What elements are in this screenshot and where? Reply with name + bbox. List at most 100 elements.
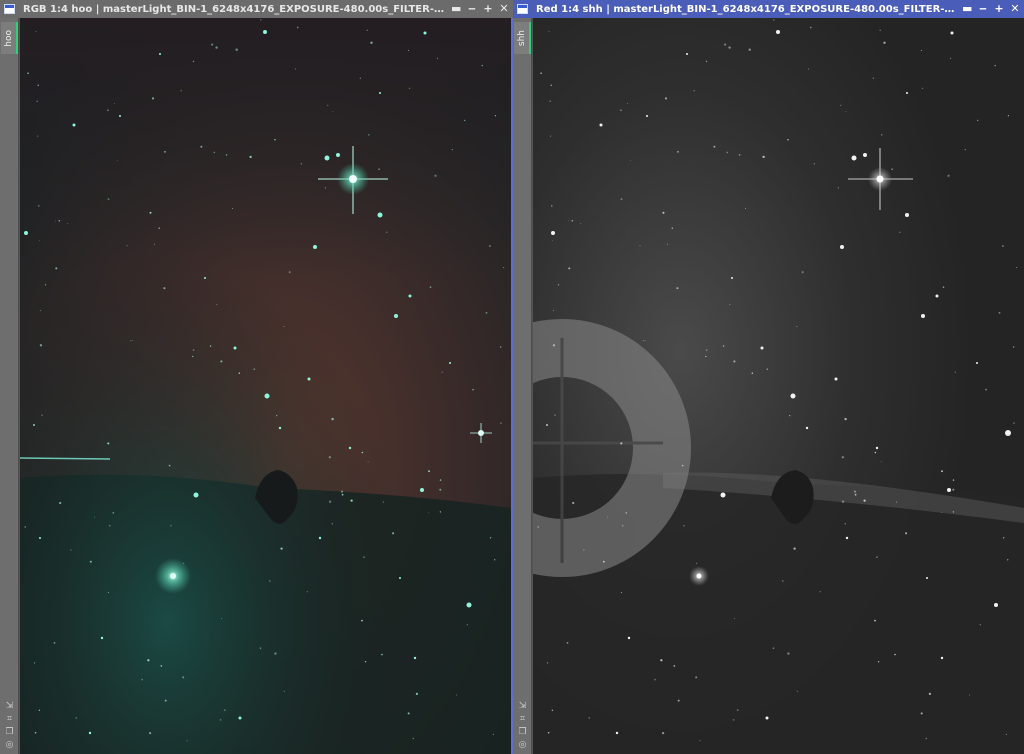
expand-icon[interactable]: ⇲ bbox=[6, 701, 14, 711]
faint-star bbox=[547, 662, 549, 664]
expand-icon[interactable]: ⇲ bbox=[519, 701, 527, 711]
shade-button[interactable]: ▬ bbox=[451, 3, 461, 15]
faint-star bbox=[627, 103, 628, 105]
faint-star bbox=[666, 243, 668, 245]
faint-star bbox=[629, 160, 631, 162]
faint-star bbox=[580, 222, 582, 224]
faint-star bbox=[1012, 346, 1015, 348]
faint-star bbox=[37, 84, 39, 86]
faint-star bbox=[38, 205, 40, 207]
view-id-tab[interactable]: shh bbox=[514, 22, 531, 54]
faint-star bbox=[880, 461, 882, 463]
shade-button[interactable]: ▬ bbox=[962, 3, 972, 15]
faint-star bbox=[671, 227, 674, 230]
faint-star bbox=[363, 556, 365, 558]
faint-star bbox=[554, 414, 556, 416]
faint-star bbox=[925, 737, 928, 740]
faint-star bbox=[238, 372, 241, 374]
image-canvas-red[interactable] bbox=[533, 18, 1024, 754]
faint-star bbox=[407, 712, 410, 715]
faint-star bbox=[429, 286, 432, 288]
faint-star bbox=[274, 138, 276, 141]
faint-star bbox=[772, 647, 775, 649]
faint-star bbox=[809, 26, 812, 29]
close-button[interactable]: ✕ bbox=[1010, 3, 1020, 15]
faint-star bbox=[751, 372, 754, 374]
faint-star bbox=[793, 547, 796, 550]
faint-star bbox=[952, 479, 955, 481]
faint-star bbox=[879, 29, 881, 31]
faint-star bbox=[583, 549, 585, 551]
faint-star bbox=[713, 145, 716, 148]
faint-star bbox=[606, 516, 608, 518]
faint-star bbox=[941, 470, 943, 473]
faint-star bbox=[625, 512, 628, 514]
maximize-button[interactable]: + bbox=[483, 3, 493, 15]
faint-star bbox=[288, 271, 291, 274]
faint-star bbox=[494, 115, 496, 117]
faint-star bbox=[969, 694, 971, 696]
faint-star bbox=[705, 349, 708, 351]
faint-star bbox=[722, 345, 725, 347]
clone-icon[interactable]: ❐ bbox=[5, 727, 13, 737]
clone-icon[interactable]: ❐ bbox=[518, 727, 526, 737]
faint-star bbox=[485, 311, 488, 314]
faint-star bbox=[499, 346, 502, 348]
faint-star bbox=[548, 30, 550, 33]
faint-star bbox=[942, 286, 945, 288]
faint-star bbox=[949, 57, 952, 60]
faint-star bbox=[837, 187, 839, 189]
close-button[interactable]: ✕ bbox=[499, 3, 509, 15]
faint-star bbox=[494, 559, 496, 561]
target-icon[interactable]: ◎ bbox=[519, 740, 527, 750]
faint-star bbox=[209, 345, 212, 347]
faint-star bbox=[89, 560, 92, 563]
faint-star bbox=[744, 207, 747, 210]
faint-star bbox=[724, 43, 727, 46]
faint-star bbox=[550, 84, 552, 86]
faint-star bbox=[620, 109, 622, 112]
faint-star bbox=[93, 516, 95, 518]
faint-star bbox=[696, 562, 698, 564]
fit-icon[interactable]: ⌗ bbox=[7, 714, 12, 724]
window-titlebar[interactable]: Red 1:4 shh | masterLight_BIN-1_6248x417… bbox=[513, 0, 1024, 18]
faint-star bbox=[466, 624, 468, 626]
faint-star bbox=[844, 523, 846, 525]
window-titlebar[interactable]: RGB 1:4 hoo | masterLight_BIN-1_6248x417… bbox=[0, 0, 513, 18]
faint-star bbox=[300, 163, 302, 165]
faint-star bbox=[1016, 266, 1018, 269]
image-window-hoo[interactable]: RGB 1:4 hoo | masterLight_BIN-1_6248x417… bbox=[0, 0, 513, 754]
faint-star bbox=[654, 678, 656, 681]
faint-star bbox=[428, 512, 430, 513]
faint-star bbox=[699, 740, 701, 742]
target-icon[interactable]: ◎ bbox=[6, 740, 14, 750]
faint-star bbox=[622, 525, 624, 527]
view-id-tab[interactable]: hoo bbox=[1, 22, 18, 54]
image-window-shh[interactable]: Red 1:4 shh | masterLight_BIN-1_6248x417… bbox=[513, 0, 1024, 754]
faint-star bbox=[130, 340, 132, 342]
faint-star bbox=[693, 90, 695, 92]
faint-star bbox=[164, 699, 167, 702]
faint-star bbox=[192, 355, 194, 358]
faint-star bbox=[341, 493, 344, 496]
fit-icon[interactable]: ⌗ bbox=[520, 714, 525, 724]
faint-star bbox=[853, 490, 857, 493]
faint-star bbox=[153, 243, 155, 245]
maximize-button[interactable]: + bbox=[994, 3, 1004, 15]
faint-star bbox=[876, 556, 878, 558]
faint-star bbox=[235, 48, 238, 51]
minimize-button[interactable]: ‒ bbox=[978, 3, 988, 15]
faint-star bbox=[231, 207, 234, 210]
faint-star bbox=[147, 659, 150, 662]
image-canvas-rgb[interactable] bbox=[20, 18, 511, 754]
faint-star bbox=[260, 19, 262, 21]
faint-star bbox=[1005, 733, 1007, 735]
faint-star bbox=[116, 160, 118, 162]
minimize-button[interactable]: ‒ bbox=[467, 3, 477, 15]
faint-star bbox=[280, 547, 283, 550]
faint-star bbox=[296, 26, 299, 29]
faint-star bbox=[32, 423, 36, 427]
faint-star bbox=[643, 340, 645, 342]
faint-star bbox=[37, 135, 39, 137]
faint-star bbox=[781, 580, 784, 582]
